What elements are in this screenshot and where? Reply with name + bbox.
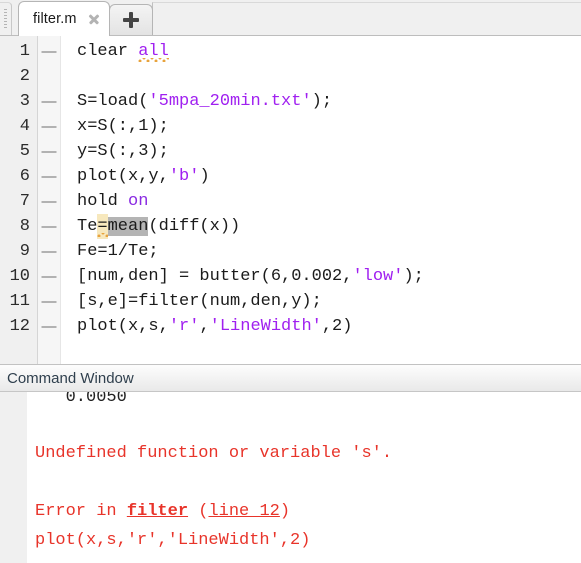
code-token: ,2) (321, 317, 353, 336)
code-line-12[interactable]: plot(x,s,'r','LineWidth',2) (77, 314, 581, 339)
matlab-editor-window: filter.m 1 2 3 4 5 6 7 8 9 10 11 12 — — … (0, 0, 581, 563)
executable-line-marker[interactable] (38, 64, 60, 89)
code-token: hold (77, 192, 129, 211)
code-token-string: 'r' (168, 317, 200, 336)
code-token: S=load( (77, 92, 149, 111)
executable-line-marker[interactable]: — (38, 239, 60, 264)
code-line-1[interactable]: clear all (77, 39, 581, 64)
code-token-warning: all (138, 39, 169, 64)
line-number: 7 (19, 192, 30, 211)
output-error-undefined: Undefined function or variable 's'. (35, 444, 393, 463)
code-token-string: '5mpa_20min.txt' (148, 92, 312, 111)
line-number: 6 (19, 167, 30, 186)
code-line-9[interactable]: Fe=1/Te; (77, 239, 581, 264)
code-token: plot(x,s, (77, 317, 169, 336)
code-line-2[interactable] (77, 64, 581, 89)
executable-line-marker[interactable]: — (38, 189, 60, 214)
executable-line-marker[interactable]: — (38, 289, 60, 314)
line-number: 11 (9, 292, 30, 311)
code-line-6[interactable]: plot(x,y,'b') (77, 164, 581, 189)
tab-filter-m-label: filter.m (33, 11, 77, 27)
code-token-string: 'LineWidth' (209, 317, 322, 336)
code-token: ) (199, 167, 210, 186)
command-window-output[interactable]: 0.0050 Undefined function or variable 's… (28, 392, 581, 563)
line-number: 8 (19, 217, 30, 236)
code-line-3[interactable]: S=load('5mpa_20min.txt'); (77, 89, 581, 114)
code-token: [num,den] = butter(6,0.002, (77, 267, 353, 286)
line-number: 12 (9, 317, 30, 336)
output-blank-line (35, 468, 581, 497)
output-value: 0.0050 (65, 392, 127, 407)
code-line-4[interactable]: x=S(:,1); (77, 114, 581, 139)
code-token: (diff(x)) (148, 217, 241, 236)
grip-dots-icon (4, 9, 7, 29)
code-token: Te (77, 217, 98, 236)
executable-line-marker[interactable]: — (38, 314, 60, 339)
command-window-gutter (0, 392, 28, 563)
close-icon[interactable] (87, 12, 101, 26)
output-value-line: 0.0050 (35, 392, 581, 410)
error-line-link[interactable]: line 12 (208, 502, 279, 521)
line-number: 3 (19, 92, 30, 111)
line-number-gutter: 1 2 3 4 5 6 7 8 9 10 11 12 (0, 36, 38, 364)
command-window-title: Command Window (0, 365, 581, 392)
code-line-10[interactable]: [num,den] = butter(6,0.002,'low'); (77, 264, 581, 289)
code-text[interactable]: clear all S=load('5mpa_20min.txt'); x=S(… (61, 36, 581, 364)
code-line-7[interactable]: hold on (77, 189, 581, 214)
code-token-selected: mean (107, 217, 149, 236)
line-number: 10 (9, 267, 30, 286)
editor-pane: filter.m 1 2 3 4 5 6 7 8 9 10 11 12 — — … (0, 0, 581, 364)
executable-line-marker[interactable]: — (38, 164, 60, 189)
code-line-8[interactable]: Te=mean(diff(x)) (77, 214, 581, 239)
line-number: 2 (19, 67, 30, 86)
code-token: , (199, 317, 210, 336)
breakpoint-gutter[interactable]: — — — — — — — — — — — (38, 36, 61, 364)
code-editor-area[interactable]: 1 2 3 4 5 6 7 8 9 10 11 12 — — — — — — —… (0, 36, 581, 364)
code-token: clear (77, 42, 139, 61)
tab-filter-m[interactable]: filter.m (18, 1, 110, 36)
new-tab-button[interactable] (108, 4, 153, 35)
error-prefix: Error in (35, 502, 127, 521)
line-number: 1 (19, 42, 30, 61)
error-mid: ( (188, 502, 209, 521)
line-number: 4 (19, 117, 30, 136)
executable-line-marker[interactable]: — (38, 214, 60, 239)
code-token-keyword: on (128, 192, 149, 211)
plus-icon (122, 12, 139, 28)
code-line-5[interactable]: y=S(:,3); (77, 139, 581, 164)
line-number: 9 (19, 242, 30, 261)
command-window-body[interactable]: 0.0050 Undefined function or variable 's… (0, 392, 581, 563)
executable-line-marker[interactable]: — (38, 39, 60, 64)
code-token: ); (403, 267, 424, 286)
code-token: ); (311, 92, 333, 111)
executable-line-marker[interactable]: — (38, 89, 60, 114)
output-error-location: Error in filter (line 12) (35, 497, 581, 526)
code-token-string: 'b' (168, 167, 200, 186)
output-blank-line (35, 410, 581, 439)
executable-line-marker[interactable]: — (38, 114, 60, 139)
output-error-code-line: plot(x,s,'r','LineWidth',2) (35, 531, 311, 550)
executable-line-marker[interactable]: — (38, 139, 60, 164)
error-suffix: ) (279, 502, 291, 521)
tab-bar-empty-space (151, 2, 581, 35)
line-number: 5 (19, 142, 30, 161)
code-token-string: 'low' (352, 267, 404, 286)
code-token: plot(x,y, (77, 167, 169, 186)
executable-line-marker[interactable]: — (38, 264, 60, 289)
code-line-11[interactable]: [s,e]=filter(num,den,y); (77, 289, 581, 314)
panel-drag-handle[interactable] (0, 2, 12, 35)
error-file-link[interactable]: filter (127, 502, 188, 521)
command-window-pane: Command Window 0.0050 Undefined function… (0, 364, 581, 563)
code-token-warning-highlight: = (97, 214, 108, 239)
editor-tab-bar: filter.m (0, 0, 581, 36)
